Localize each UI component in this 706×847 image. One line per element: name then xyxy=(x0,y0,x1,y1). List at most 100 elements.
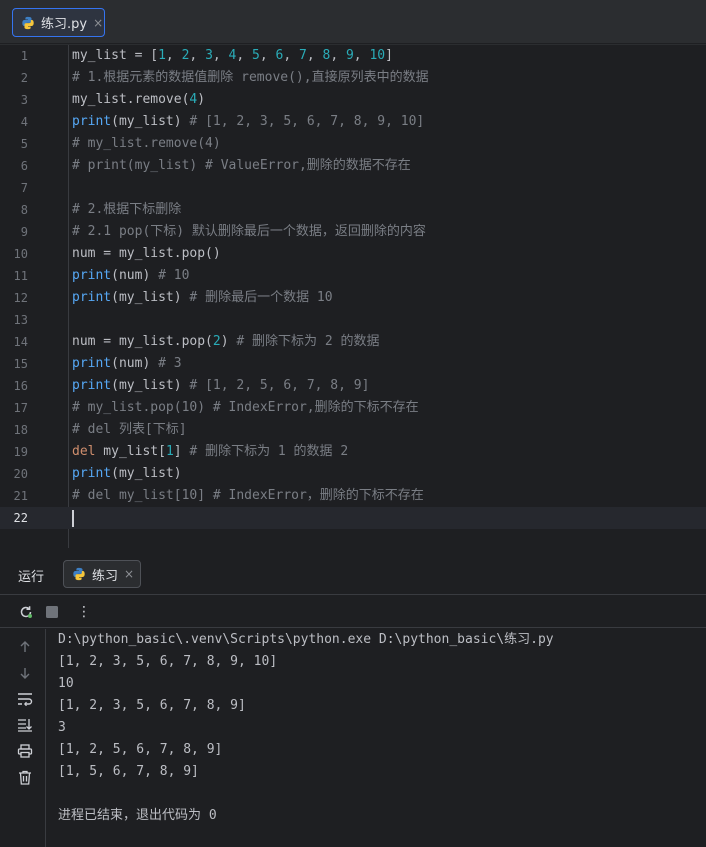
close-run-tab-icon[interactable]: × xyxy=(124,567,134,581)
run-config-tab[interactable]: 练习 × xyxy=(63,560,141,588)
code-comment: # 10 xyxy=(158,268,190,283)
code-number: 5 xyxy=(252,48,260,63)
code-line[interactable]: 13 xyxy=(0,309,706,331)
code-function: print xyxy=(72,356,112,371)
code-text: (num) xyxy=(111,268,159,283)
code-line[interactable]: 7 xyxy=(0,177,706,199)
code-line[interactable]: 12 print(my_list) # 删除最后一个数据 10 xyxy=(0,287,706,309)
code-text: , xyxy=(259,48,276,63)
code-editor[interactable]: 1 my_list = [1, 2, 3, 4, 5, 6, 7, 8, 9, 1… xyxy=(0,45,706,548)
code-text: (my_list) xyxy=(111,378,190,393)
arrow-up-icon[interactable] xyxy=(15,637,35,657)
code-comment: # del my_list[10] # IndexError，删除的下标不存在 xyxy=(72,488,424,503)
code-line[interactable]: 3 my_list.remove(4) xyxy=(0,89,706,111)
run-tab-title: 练习 xyxy=(92,568,119,584)
code-line[interactable]: 11 print(num) # 10 xyxy=(0,265,706,287)
code-comment: # del 列表[下标] xyxy=(72,422,187,437)
code-line[interactable]: 20 print(my_list) xyxy=(0,463,706,485)
code-comment: # 2.根据下标删除 xyxy=(72,202,182,217)
code-comment: # my_list.pop(10) # IndexError,删除的下标不存在 xyxy=(72,400,419,415)
code-line[interactable]: 4 print(my_list) # [1, 2, 3, 5, 6, 7, 8, … xyxy=(0,111,706,133)
code-line[interactable]: 10 num = my_list.pop() xyxy=(0,243,706,265)
line-number: 13 xyxy=(13,313,28,327)
line-number: 2 xyxy=(20,71,28,85)
code-number: 2 xyxy=(212,334,221,349)
code-content: print(my_list) # 删除最后一个数据 10 xyxy=(72,287,333,309)
soft-wrap-icon[interactable] xyxy=(15,689,35,709)
code-function: print xyxy=(72,290,112,305)
code-line[interactable]: 6 # print(my_list) # ValueError,删除的数据不存在 xyxy=(0,155,706,177)
code-line[interactable]: 15 print(num) # 3 xyxy=(0,353,706,375)
code-content: print(num) # 10 xyxy=(72,265,189,287)
trash-icon[interactable] xyxy=(15,767,35,787)
code-comment: # 2.1 pop(下标) 默认删除最后一个数据，返回删除的内容 xyxy=(72,224,426,239)
code-line[interactable]: 5 # my_list.remove(4) xyxy=(0,133,706,155)
line-number: 20 xyxy=(13,467,28,481)
code-content: # 2.1 pop(下标) 默认删除最后一个数据，返回删除的内容 xyxy=(72,221,426,243)
code-text: ) xyxy=(220,334,237,349)
console-line: 进程已结束，退出代码为 0 xyxy=(58,808,217,823)
code-content: print(my_list) # [1, 2, 5, 6, 7, 8, 9] xyxy=(72,375,369,397)
code-function: print xyxy=(72,268,112,283)
code-content: # my_list.pop(10) # IndexError,删除的下标不存在 xyxy=(72,397,419,419)
code-function: print xyxy=(72,378,112,393)
code-line[interactable]: 21 # del my_list[10] # IndexError，删除的下标不存… xyxy=(0,485,706,507)
code-content: # 2.根据下标删除 xyxy=(72,199,181,221)
code-comment: # [1, 2, 3, 5, 6, 7, 8, 9, 10] xyxy=(189,114,425,129)
arrow-down-icon[interactable] xyxy=(15,663,35,683)
line-number: 8 xyxy=(20,203,28,217)
code-number: 7 xyxy=(299,48,307,63)
stop-icon[interactable] xyxy=(42,602,62,622)
code-text: ] xyxy=(385,48,393,63)
code-line[interactable]: 17 # my_list.pop(10) # IndexError,删除的下标不存… xyxy=(0,397,706,419)
code-function: print xyxy=(72,114,112,129)
line-number: 1 xyxy=(20,49,28,63)
code-text: (num) xyxy=(111,356,159,371)
code-line[interactable]: 18 # del 列表[下标] xyxy=(0,419,706,441)
code-number: 1 xyxy=(158,48,166,63)
print-icon[interactable] xyxy=(15,741,35,761)
scroll-to-end-icon[interactable] xyxy=(15,715,35,735)
code-content: print(my_list) # [1, 2, 3, 5, 6, 7, 8, 9… xyxy=(72,111,424,133)
run-panel: 运行 练习 × ⋮ D:\python_basic\.venv\Scripts\… xyxy=(0,552,706,847)
code-text: , xyxy=(212,48,229,63)
code-content: # del my_list[10] # IndexError，删除的下标不存在 xyxy=(72,485,424,507)
run-panel-label: 运行 xyxy=(18,570,45,585)
editor-tab-file[interactable]: 练习.py × xyxy=(12,8,105,37)
code-line[interactable]: 1 my_list = [1, 2, 3, 4, 5, 6, 7, 8, 9, 1… xyxy=(0,45,706,67)
code-comment: # 删除下标为 1 的数据 2 xyxy=(189,444,349,459)
run-panel-header: 运行 练习 × xyxy=(0,552,706,595)
line-number: 6 xyxy=(20,159,28,173)
console-line: [1, 5, 6, 7, 8, 9] xyxy=(58,764,199,779)
line-number: 9 xyxy=(20,225,28,239)
close-tab-icon[interactable]: × xyxy=(93,16,103,30)
line-number: 3 xyxy=(20,93,28,107)
code-line[interactable]: 9 # 2.1 pop(下标) 默认删除最后一个数据，返回删除的内容 xyxy=(0,221,706,243)
console-output[interactable]: D:\python_basic\.venv\Scripts\python.exe… xyxy=(58,629,698,827)
more-options-icon[interactable]: ⋮ xyxy=(74,602,94,622)
code-text: num = my_list.pop( xyxy=(72,334,213,349)
code-line[interactable]: 2 # 1.根据元素的数据值删除 remove(),直接原列表中的数据 xyxy=(0,67,706,89)
code-line[interactable]: 8 # 2.根据下标删除 xyxy=(0,199,706,221)
rerun-icon[interactable] xyxy=(16,602,36,622)
text-caret xyxy=(72,510,74,527)
console-line: [1, 2, 3, 5, 6, 7, 8, 9, 10] xyxy=(58,654,278,669)
line-number: 5 xyxy=(20,137,28,151)
code-line[interactable]: 14 num = my_list.pop(2) # 删除下标为 2 的数据 xyxy=(0,331,706,353)
code-content: # 1.根据元素的数据值删除 remove(),直接原列表中的数据 xyxy=(72,67,429,89)
code-content: # my_list.remove(4) xyxy=(72,133,221,155)
code-number: 9 xyxy=(345,48,354,63)
code-text: , xyxy=(165,48,182,63)
code-content: del my_list[1] # 删除下标为 1 的数据 2 xyxy=(72,441,348,463)
code-comment: # 删除最后一个数据 10 xyxy=(189,290,333,305)
line-number: 11 xyxy=(13,269,28,283)
line-number: 7 xyxy=(20,181,28,195)
code-line[interactable]: 16 print(my_list) # [1, 2, 5, 6, 7, 8, 9] xyxy=(0,375,706,397)
code-comment: # print(my_list) # ValueError,删除的数据不存在 xyxy=(72,158,411,173)
code-line[interactable]: 19 del my_list[1] # 删除下标为 1 的数据 2 xyxy=(0,441,706,463)
code-content: my_list = [1, 2, 3, 4, 5, 6, 7, 8, 9, 10… xyxy=(72,45,393,67)
code-line[interactable]: 22 xyxy=(0,507,706,529)
code-text: , xyxy=(353,48,370,63)
line-number: 12 xyxy=(13,291,28,305)
code-content: num = my_list.pop() xyxy=(72,243,221,265)
